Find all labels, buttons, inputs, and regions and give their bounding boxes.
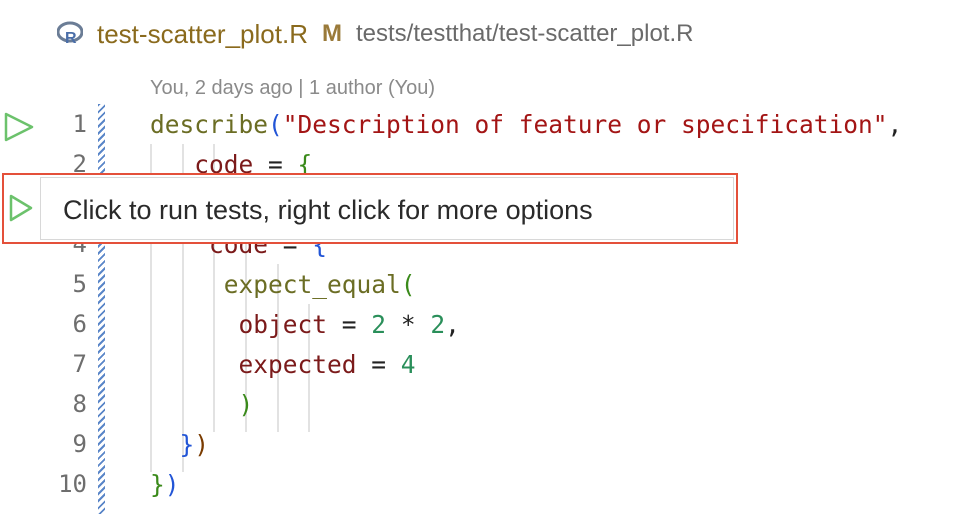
run-tests-icon[interactable] [8, 193, 34, 223]
file-path[interactable]: tests/testthat/test-scatter_plot.R [356, 20, 693, 48]
code-token: expect_equal [223, 270, 401, 299]
tooltip-text: Click to run tests, right click for more… [63, 195, 593, 225]
code-line: 7 expected = 4 [0, 344, 967, 384]
code-token: ) [194, 430, 210, 459]
line-number: 6 [72, 310, 87, 338]
code-token: } [179, 430, 195, 459]
code-token: * [386, 310, 431, 339]
code-token: ) [164, 470, 180, 499]
code-token: object [238, 310, 328, 339]
code-text[interactable]: }) [150, 430, 210, 459]
line-number: 7 [72, 350, 87, 378]
code-line: 6 object = 2 * 2, [0, 304, 967, 344]
modified-status-badge: M [321, 20, 342, 47]
tooltip-body: Click to run tests, right click for more… [40, 177, 734, 240]
code-line: 5 expect_equal( [0, 264, 967, 304]
code-line: 9 }) [0, 424, 967, 464]
line-number: 10 [58, 470, 87, 498]
line-number: 8 [72, 390, 87, 418]
code-token: 4 [400, 350, 416, 379]
code-line: 10 }) [0, 464, 967, 504]
svg-text:R: R [65, 30, 77, 47]
code-text[interactable]: object = 2 * 2, [150, 310, 460, 339]
code-text[interactable]: ) [150, 390, 254, 419]
run-tests-tooltip: Click to run tests, right click for more… [2, 173, 738, 244]
r-language-icon: R [57, 21, 83, 47]
code-text[interactable]: expect_equal( [150, 270, 416, 299]
code-token: = [356, 350, 401, 379]
code-token: ) [238, 390, 254, 419]
line-number: 1 [72, 110, 87, 138]
code-token: } [150, 470, 165, 499]
file-name[interactable]: test-scatter_plot.R [97, 19, 308, 50]
code-token: 2 [371, 310, 387, 339]
line-number: 5 [72, 270, 87, 298]
code-text[interactable]: expected = 4 [150, 350, 416, 379]
code-line: 8 ) [0, 384, 967, 424]
code-line: 1 describe("Description of feature or sp… [0, 104, 967, 144]
git-blame-annotation[interactable]: You, 2 days ago | 1 author (You) [150, 77, 435, 100]
code-token: , [887, 110, 903, 139]
code-token: describe [150, 110, 269, 139]
code-token: 2 [430, 310, 446, 339]
code-text[interactable]: }) [150, 470, 180, 499]
code-token: expected [238, 350, 357, 379]
code-text[interactable]: describe("Description of feature or spec… [150, 110, 902, 139]
code-token: , [445, 310, 460, 339]
line-number: 9 [72, 430, 87, 458]
code-token: ( [268, 110, 283, 139]
code-token: ( [400, 270, 416, 299]
code-token: = [327, 310, 372, 339]
breadcrumb: R test-scatter_plot.R M tests/testthat/t… [57, 16, 693, 52]
code-token: "Description of feature or specification… [282, 110, 888, 139]
